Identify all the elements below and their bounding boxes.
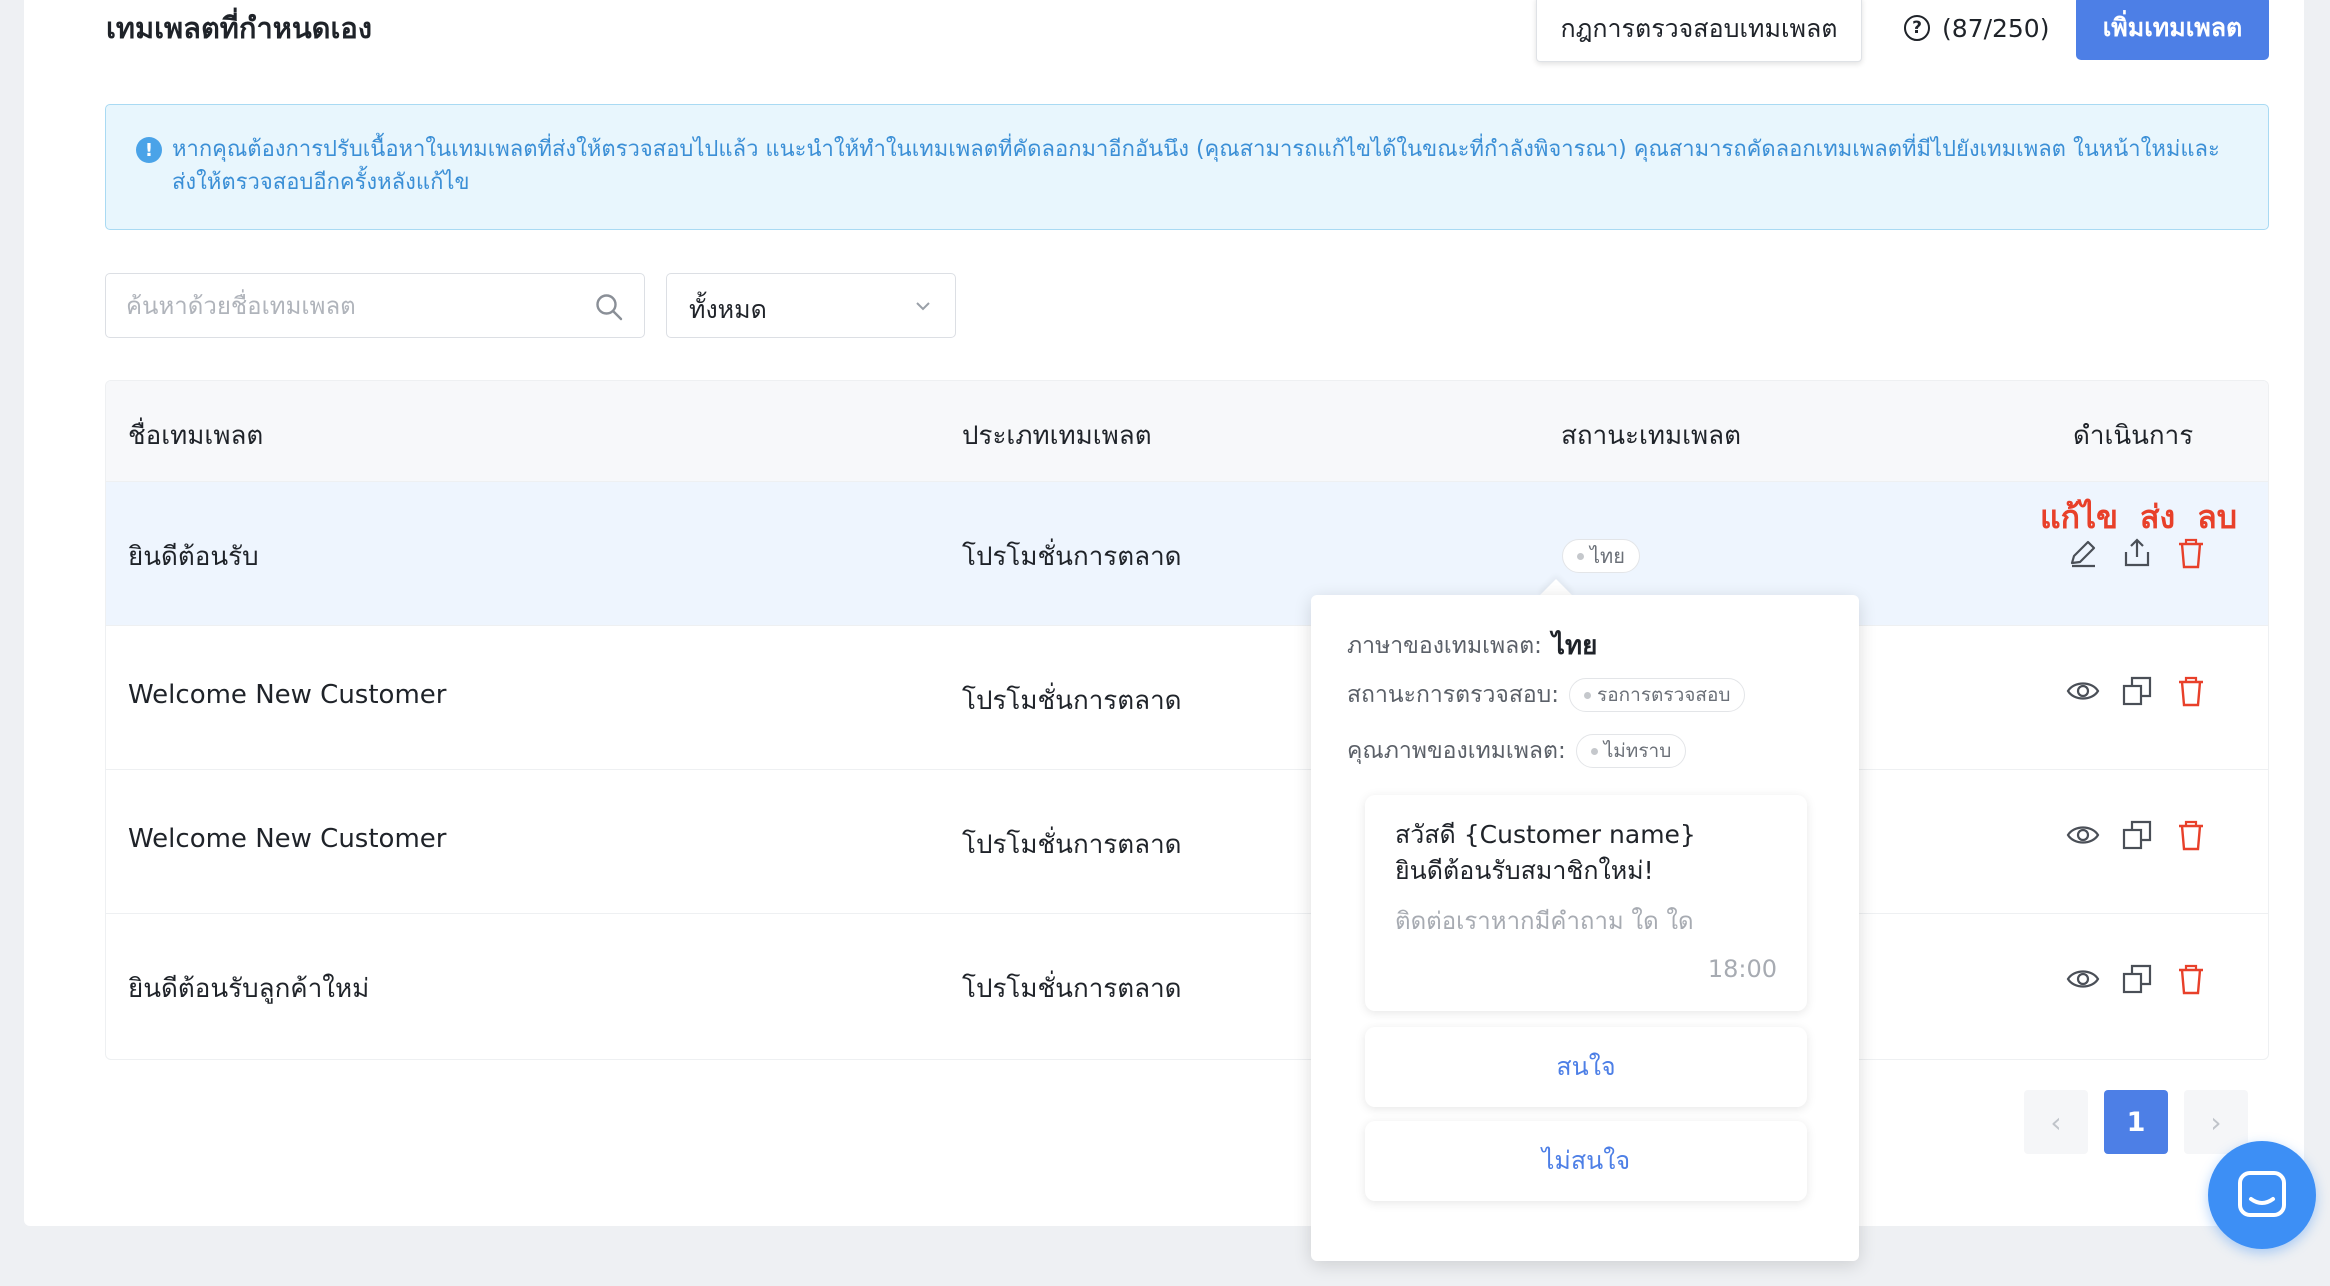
help-circle-icon[interactable]: ? [1904,15,1930,41]
chevron-down-icon [916,302,930,311]
row-actions [2066,962,2208,996]
search-box[interactable] [105,273,645,338]
copy-icon[interactable] [2120,674,2154,708]
quick-reply-interested[interactable]: สนใจ [1365,1027,1807,1107]
main-card: เทมเพลตที่กำหนดเอง กฎการตรวจสอบเทมเพลต ?… [24,0,2304,1226]
row-actions [2066,674,2208,708]
trash-icon[interactable] [2174,536,2208,570]
message-line-1: สวัสดี {Customer name} [1395,820,1696,849]
templates-table: ชื่อเทมเพลต ประเภทเทมเพลต สถานะเทมเพลต ด… [105,380,2269,1060]
chat-icon [2238,1171,2286,1217]
column-header-actions: ดำเนินการ [2073,421,2194,451]
template-type: โปรโมชั่นการตลาด [962,974,1182,1004]
add-template-button[interactable]: เพิ่มเทมเพลต [2076,0,2269,60]
row-actions [2066,818,2208,852]
category-select[interactable]: ทั้งหมด [666,273,956,338]
status-language: ไทย [1590,544,1625,568]
column-header-type: ประเภทเทมเพลต [962,421,1152,451]
status-dot [1584,691,1592,699]
message-line-2: ยินดีต้อนรับสมาชิกใหม่! [1395,856,1654,885]
table-row: Welcome New Customer โปรโมชั่นการตลาด [106,769,2268,913]
eye-icon[interactable] [2066,962,2100,996]
alert-text: หากคุณต้องการปรับเนื้อหาในเทมเพลตที่ส่งใ… [172,137,2220,195]
pagination-page-1[interactable]: 1 [2104,1090,2168,1154]
category-select-value: ทั้งหมด [689,295,767,324]
template-name: Welcome New Customer [128,680,447,710]
column-header-name: ชื่อเทมเพลต [128,421,264,451]
template-name: ยินดีต้อนรับลูกค้าใหม่ [128,974,370,1004]
template-type: โปรโมชั่นการตลาด [962,830,1182,860]
eye-icon[interactable] [2066,674,2100,708]
table-row: Welcome New Customer โปรโมชั่นการตลาด [106,625,2268,769]
review-status-badge: รอการตรวจสอบ [1569,678,1746,712]
review-value: รอการตรวจสอบ [1597,684,1731,706]
info-alert: ! หากคุณต้องการปรับเนื้อหาในเทมเพลตที่ส่… [105,104,2269,230]
chat-launcher-button[interactable] [2208,1141,2316,1249]
table-row: ยินดีต้อนรับ โปรโมชั่นการตลาด ไทย แก้ไข … [106,481,2268,625]
template-type: โปรโมชั่นการตลาด [962,686,1182,716]
quality-label: คุณภาพของเทมเพลต: [1347,738,1566,764]
template-preview-popover: ภาษาของเทมเพลต: ไทย สถานะการตรวจสอบ: รอก… [1311,595,1859,1261]
trash-icon[interactable] [2174,962,2208,996]
trash-icon[interactable] [2174,818,2208,852]
trash-icon[interactable] [2174,674,2208,708]
pagination-next[interactable]: › [2184,1090,2248,1154]
table-row: ยินดีต้อนรับลูกค้าใหม่ โปรโมชั่นการตลาด [106,913,2268,1057]
info-icon: ! [136,137,162,163]
status-dot [1590,747,1598,755]
review-label: สถานะการตรวจสอบ: [1347,682,1560,708]
share-icon[interactable] [2120,536,2154,570]
eye-icon[interactable] [2066,818,2100,852]
template-quota: ? (87/250) [1904,8,2049,48]
message-footer: ติดต่อเราหากมีคำถาม ใด ใด [1395,907,1694,935]
template-rules-button[interactable]: กฎการตรวจสอบเทมเพลต [1536,0,1862,62]
message-body: สวัสดี {Customer name} ยินดีต้อนรับสมาชิ… [1395,817,1696,889]
pagination-prev[interactable]: ‹ [2024,1090,2088,1154]
edit-icon[interactable] [2066,536,2100,570]
template-type: โปรโมชั่นการตลาด [962,542,1182,572]
quality-value: ไม่ทราบ [1603,740,1672,762]
copy-icon[interactable] [2120,818,2154,852]
search-input[interactable] [126,274,566,337]
popover-review-status: สถานะการตรวจสอบ: รอการตรวจสอบ [1347,677,1746,713]
quality-badge: ไม่ทราบ [1575,734,1687,768]
status-badge[interactable]: ไทย [1562,539,1640,573]
quick-reply-not-interested[interactable]: ไม่สนใจ [1365,1121,1807,1201]
message-time: 18:00 [1707,955,1777,983]
table-header: ชื่อเทมเพลต ประเภทเทมเพลต สถานะเทมเพลต ด… [106,381,2268,481]
status-dot [1577,552,1584,560]
page-title: เทมเพลตที่กำหนดเอง [106,11,372,45]
message-preview: สวัสดี {Customer name} ยินดีต้อนรับสมาชิ… [1365,795,1807,1011]
pagination: ‹ 1 › [2024,1090,2248,1154]
copy-icon[interactable] [2120,962,2154,996]
template-name: Welcome New Customer [128,824,447,854]
column-header-status: สถานะเทมเพลต [1561,421,1741,451]
quota-count: (87/250) [1942,13,2050,43]
language-value: ไทย [1551,631,1598,661]
language-label: ภาษาของเทมเพลต: [1347,632,1542,659]
template-name: ยินดีต้อนรับ [128,542,259,572]
popover-language: ภาษาของเทมเพลต: ไทย [1347,625,1597,666]
popover-quality: คุณภาพของเทมเพลต: ไม่ทราบ [1347,733,1687,769]
row-actions [2066,536,2208,570]
search-icon[interactable] [594,292,624,322]
